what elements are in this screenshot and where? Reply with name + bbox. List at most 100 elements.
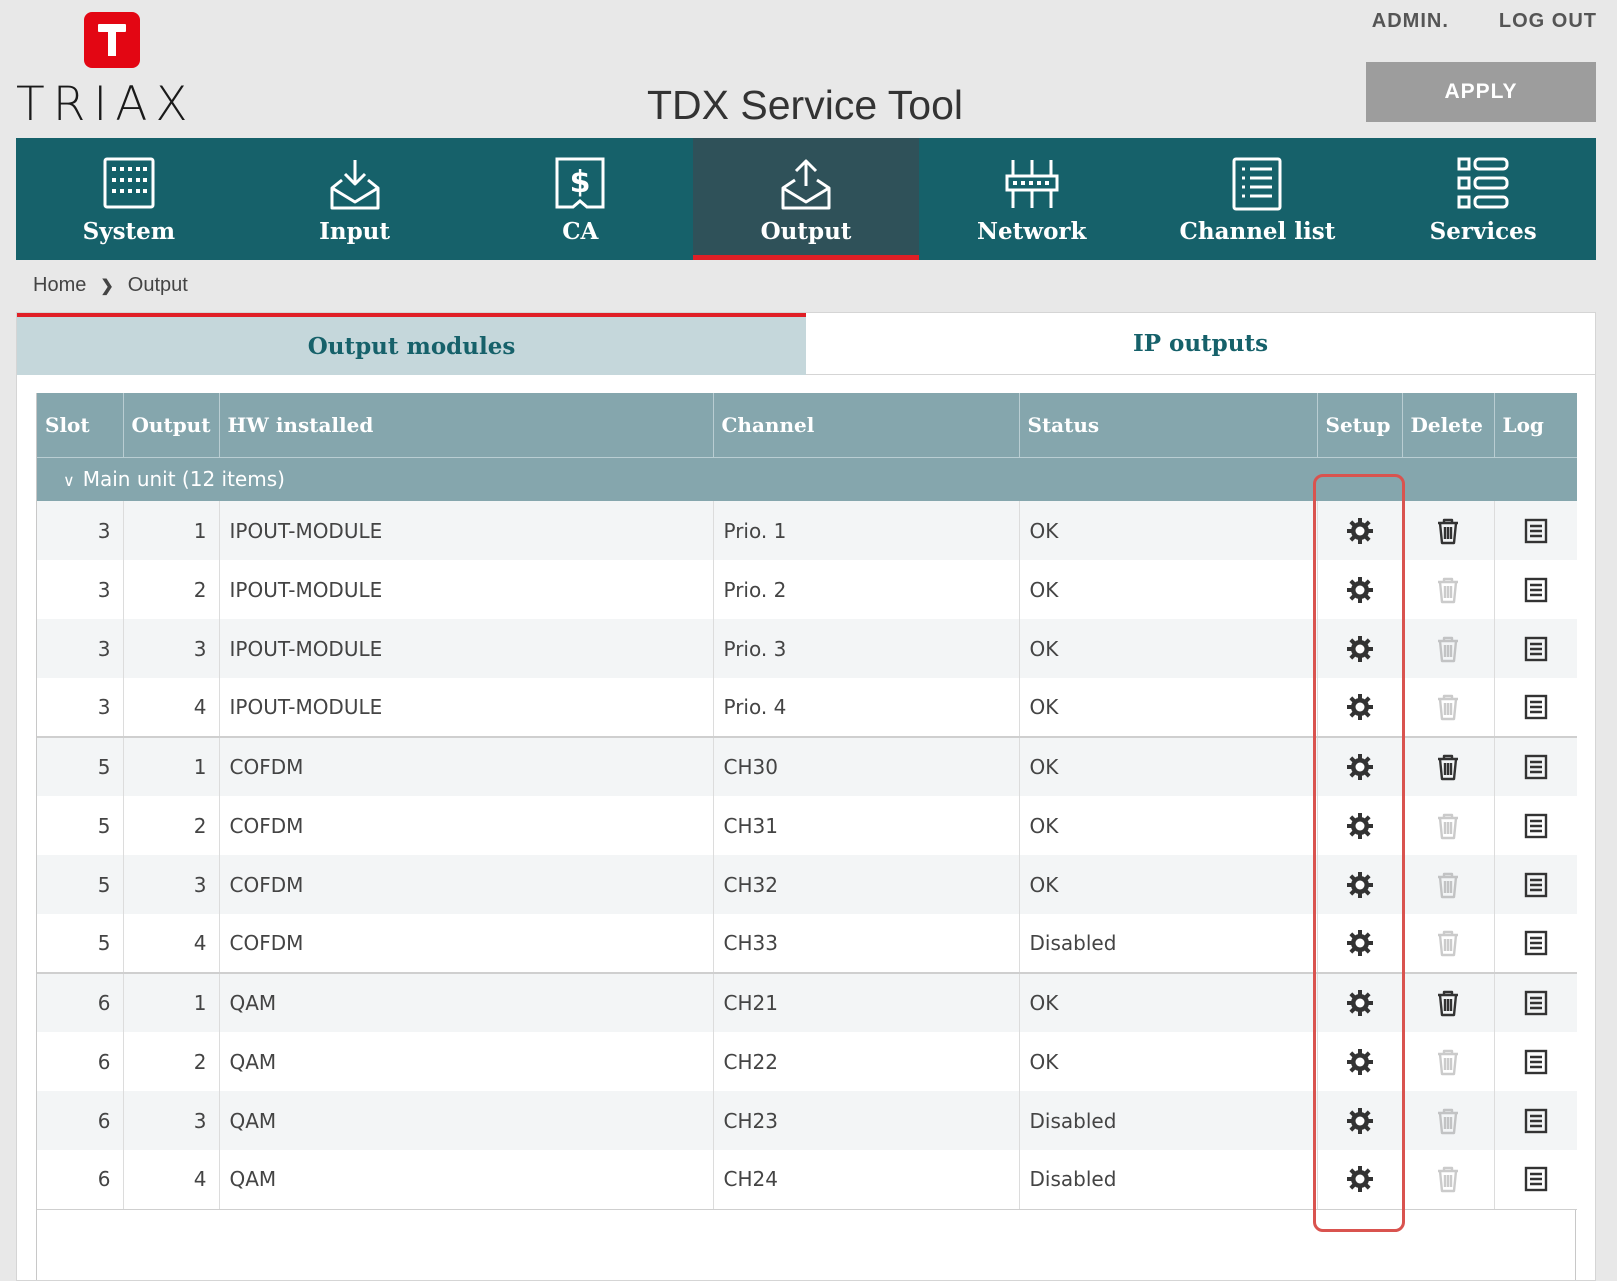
delete-cell: [1402, 501, 1495, 560]
slot-cell: 3: [37, 619, 124, 678]
gear-icon[interactable]: [1345, 634, 1375, 664]
col-header-output[interactable]: Output: [123, 393, 220, 457]
gear-icon[interactable]: [1345, 811, 1375, 841]
channel-cell: Prio. 1: [713, 501, 1020, 560]
output-grid: Slot Output HW installed Channel Status …: [36, 393, 1577, 1280]
table-row[interactable]: 5 2 COFDM CH31 OK: [37, 796, 1577, 855]
nav-label-ca: CA: [562, 218, 599, 245]
gear-icon[interactable]: [1345, 692, 1375, 722]
log-icon[interactable]: [1521, 634, 1551, 664]
channel-cell: CH31: [713, 796, 1020, 855]
table-row[interactable]: 5 4 COFDM CH33 Disabled: [37, 914, 1577, 973]
output-cell: 1: [123, 972, 220, 1032]
table-row[interactable]: 5 3 COFDM CH32 OK: [37, 855, 1577, 914]
setup-cell: [1317, 560, 1403, 619]
nav-item-ca[interactable]: $ CA: [467, 138, 693, 260]
gear-icon[interactable]: [1345, 752, 1375, 782]
nav-item-network[interactable]: Network: [919, 138, 1145, 260]
table-row[interactable]: 6 1 QAM CH21 OK: [37, 972, 1577, 1032]
table-row[interactable]: 5 1 COFDM CH30 OK: [37, 736, 1577, 796]
channel-cell: Prio. 4: [713, 678, 1020, 737]
nav-item-system[interactable]: System: [16, 138, 242, 260]
delete-cell: [1402, 1091, 1495, 1150]
log-cell: [1494, 560, 1577, 619]
gear-icon[interactable]: [1345, 1164, 1375, 1194]
delete-cell: [1402, 855, 1495, 914]
col-header-channel[interactable]: Channel: [713, 393, 1020, 457]
nav-label-services: Services: [1429, 218, 1537, 245]
table-row[interactable]: 3 2 IPOUT-MODULE Prio. 2 OK: [37, 560, 1577, 619]
table-row[interactable]: 6 3 QAM CH23 Disabled: [37, 1091, 1577, 1150]
trash-icon[interactable]: [1433, 988, 1463, 1018]
output-cell: 1: [123, 501, 220, 560]
gear-icon[interactable]: [1345, 988, 1375, 1018]
table-row[interactable]: 3 4 IPOUT-MODULE Prio. 4 OK: [37, 678, 1577, 737]
ca-icon: $: [551, 156, 609, 212]
nav-item-output[interactable]: Output: [693, 138, 919, 260]
logout-link[interactable]: LOG OUT: [1499, 10, 1597, 33]
hw-cell: QAM: [219, 1091, 714, 1150]
gear-icon[interactable]: [1345, 928, 1375, 958]
hw-cell: COFDM: [219, 736, 714, 796]
gear-icon[interactable]: [1345, 575, 1375, 605]
services-icon: [1454, 156, 1512, 212]
delete-cell: [1402, 972, 1495, 1032]
network-icon: [1003, 156, 1061, 212]
log-icon[interactable]: [1521, 1047, 1551, 1077]
table-row[interactable]: 6 2 QAM CH22 OK: [37, 1032, 1577, 1091]
apply-button[interactable]: APPLY: [1366, 62, 1596, 122]
trash-icon: [1433, 575, 1463, 605]
nav-item-channel-list[interactable]: Channel list: [1145, 138, 1371, 260]
gear-icon[interactable]: [1345, 1047, 1375, 1077]
log-icon[interactable]: [1521, 811, 1551, 841]
log-icon[interactable]: [1521, 1106, 1551, 1136]
trash-icon[interactable]: [1433, 752, 1463, 782]
input-icon: [326, 156, 384, 212]
table-row[interactable]: 6 4 QAM CH24 Disabled: [37, 1150, 1577, 1210]
hw-cell: QAM: [219, 972, 714, 1032]
gear-icon[interactable]: [1345, 870, 1375, 900]
log-cell: [1494, 1032, 1577, 1091]
status-cell: OK: [1019, 1032, 1318, 1091]
log-icon[interactable]: [1521, 575, 1551, 605]
hw-cell: QAM: [219, 1032, 714, 1091]
trash-icon: [1433, 928, 1463, 958]
log-icon[interactable]: [1521, 870, 1551, 900]
tab-output-modules[interactable]: Output modules: [17, 313, 806, 375]
group-cell[interactable]: ∨ Main unit (12 items): [37, 456, 1577, 501]
log-icon[interactable]: [1521, 928, 1551, 958]
nav-item-input[interactable]: Input: [242, 138, 468, 260]
admin-link[interactable]: ADMIN.: [1372, 10, 1449, 33]
log-icon[interactable]: [1521, 1164, 1551, 1194]
table-row[interactable]: 3 1 IPOUT-MODULE Prio. 1 OK: [37, 501, 1577, 560]
table-row[interactable]: 3 3 IPOUT-MODULE Prio. 3 OK: [37, 619, 1577, 678]
trash-icon: [1433, 1164, 1463, 1194]
breadcrumb-home[interactable]: Home: [33, 274, 86, 297]
logo-text: TRIAX: [16, 77, 196, 132]
trash-icon: [1433, 870, 1463, 900]
log-icon[interactable]: [1521, 752, 1551, 782]
trash-icon[interactable]: [1433, 516, 1463, 546]
slot-cell: 6: [37, 972, 124, 1032]
setup-cell: [1317, 1091, 1403, 1150]
col-header-slot[interactable]: Slot: [37, 393, 124, 457]
group-row[interactable]: ∨ Main unit (12 items): [37, 456, 1577, 501]
log-icon[interactable]: [1521, 516, 1551, 546]
gear-icon[interactable]: [1345, 516, 1375, 546]
nav-label-output: Output: [760, 218, 852, 245]
hw-cell: IPOUT-MODULE: [219, 678, 714, 737]
tab-ip-outputs[interactable]: IP outputs: [806, 313, 1595, 375]
channel-cell: CH33: [713, 914, 1020, 973]
nav-item-services[interactable]: Services: [1370, 138, 1596, 260]
col-header-hw[interactable]: HW installed: [219, 393, 714, 457]
hw-cell: QAM: [219, 1150, 714, 1210]
main-nav: System Input $ CA Output Network Channel…: [16, 138, 1596, 260]
output-cell: 3: [123, 855, 220, 914]
log-icon[interactable]: [1521, 988, 1551, 1018]
log-cell: [1494, 736, 1577, 796]
log-icon[interactable]: [1521, 692, 1551, 722]
chevron-down-icon[interactable]: ∨: [63, 471, 75, 490]
col-header-status[interactable]: Status: [1019, 393, 1318, 457]
setup-cell: [1317, 501, 1403, 560]
gear-icon[interactable]: [1345, 1106, 1375, 1136]
